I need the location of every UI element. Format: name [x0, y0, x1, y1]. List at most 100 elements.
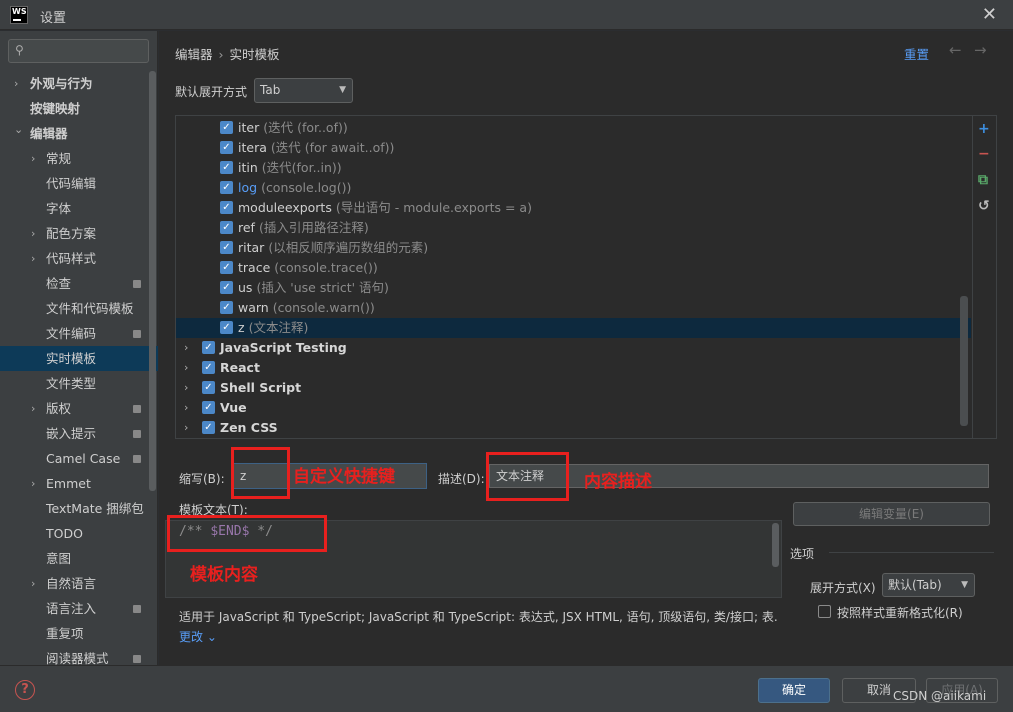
template-checkbox[interactable]: ✓ [220, 221, 233, 234]
template-checkbox[interactable]: ✓ [220, 281, 233, 294]
chevron-right-icon[interactable]: › [31, 221, 35, 246]
sidebar-item[interactable]: TextMate 捆绑包 [0, 496, 158, 521]
sidebar-item[interactable]: Camel Case [0, 446, 158, 471]
chevron-down-icon[interactable]: ⌄ [14, 117, 23, 142]
sidebar-item[interactable]: 检查 [0, 271, 158, 296]
sidebar-item[interactable]: › 外观与行为 [0, 71, 158, 96]
chevron-right-icon[interactable]: › [184, 358, 188, 378]
templates-toolbar: + − ⧉ ↺ [972, 116, 997, 438]
sidebar-item[interactable]: › Emmet [0, 471, 158, 496]
sidebar-item[interactable]: 嵌入提示 [0, 421, 158, 446]
sidebar-item[interactable]: 字体 [0, 196, 158, 221]
template-checkbox[interactable]: ✓ [220, 241, 233, 254]
template-row[interactable]: ✓ moduleexports (导出语句 - module.exports = a… [176, 198, 971, 218]
reformat-checkbox[interactable] [818, 605, 831, 618]
template-checkbox[interactable]: ✓ [220, 321, 233, 334]
sidebar-item[interactable]: 按键映射 [0, 96, 158, 121]
expand-with-value: 默认(Tab) [888, 578, 942, 592]
default-expand-select[interactable]: Tab ▼ [254, 78, 353, 103]
sidebar-item[interactable]: 实时模板 [0, 346, 158, 371]
template-checkbox[interactable]: ✓ [220, 141, 233, 154]
chevron-right-icon[interactable]: › [184, 418, 188, 438]
template-row[interactable]: ✓ iter (迭代 (for..of)) [176, 118, 971, 138]
template-checkbox[interactable]: ✓ [202, 381, 215, 394]
help-icon[interactable]: ? [15, 680, 35, 700]
template-row[interactable]: ✓ itin (迭代(for..in)) [176, 158, 971, 178]
sidebar-item[interactable]: › 代码样式 [0, 246, 158, 271]
project-scope-icon [133, 330, 141, 338]
chevron-right-icon[interactable]: › [31, 246, 35, 271]
template-checkbox[interactable]: ✓ [220, 161, 233, 174]
chevron-right-icon[interactable]: › [14, 71, 18, 96]
chevron-right-icon[interactable]: › [31, 471, 35, 496]
chevron-right-icon[interactable]: › [31, 146, 35, 171]
template-checkbox[interactable]: ✓ [220, 301, 233, 314]
breadcrumb: 编辑器 › 实时模板 [175, 44, 280, 63]
template-checkbox[interactable]: ✓ [202, 401, 215, 414]
sidebar-item[interactable]: › 版权 [0, 396, 158, 421]
remove-icon[interactable]: − [978, 146, 990, 162]
template-group-row[interactable]: › ✓ Shell Script [176, 378, 971, 398]
ok-button[interactable]: 确定 [758, 678, 830, 703]
template-abbreviation: warn [238, 300, 269, 315]
sidebar-item[interactable]: TODO [0, 521, 158, 546]
editor-scrollbar[interactable] [772, 523, 779, 567]
sidebar-item[interactable]: 语言注入 [0, 596, 158, 621]
template-row[interactable]: ✓ log (console.log()) [176, 178, 971, 198]
template-row[interactable]: ✓ us (插入 'use strict' 语句) [176, 278, 971, 298]
edit-variables-button[interactable]: 编辑变量(E) [793, 502, 990, 526]
template-checkbox[interactable]: ✓ [220, 121, 233, 134]
settings-search-input[interactable]: ⚲ [8, 39, 149, 63]
template-row[interactable]: ✓ ref (插入引用路径注释) [176, 218, 971, 238]
close-icon[interactable]: ✕ [982, 4, 997, 25]
template-description: (插入引用路径注释) [258, 220, 369, 235]
template-row[interactable]: ✓ warn (console.warn()) [176, 298, 971, 318]
sidebar-item[interactable]: 文件编码 [0, 321, 158, 346]
back-arrow-icon[interactable]: ← [949, 41, 962, 59]
sidebar-item[interactable]: › 常规 [0, 146, 158, 171]
chevron-right-icon[interactable]: › [31, 396, 35, 421]
sidebar-scrollbar[interactable] [149, 71, 156, 491]
restore-icon[interactable]: ↺ [978, 198, 990, 214]
settings-sidebar: ⚲ › 外观与行为 按键映射 ⌄ 编辑器 › 常规 代码编辑 字体 › 配色方案 › 代码样式 检查文件和… [0, 31, 158, 666]
sidebar-item[interactable]: 代码编辑 [0, 171, 158, 196]
expand-with-select[interactable]: 默认(Tab) ▼ [882, 573, 975, 597]
templates-tree: ✓ iter (迭代 (for..of)) ✓ itera (迭代 (for await.… [176, 116, 971, 438]
sidebar-item[interactable]: 文件和代码模板 [0, 296, 158, 321]
template-row[interactable]: ✓ ritar (以相反顺序遍历数组的元素) [176, 238, 971, 258]
template-group-row[interactable]: › ✓ JavaScript Testing [176, 338, 971, 358]
change-contexts-link[interactable]: 更改 ⌄ [179, 628, 217, 645]
chevron-right-icon[interactable]: › [184, 378, 188, 398]
chevron-right-icon[interactable]: › [31, 571, 35, 596]
template-group-row[interactable]: › ✓ React [176, 358, 971, 378]
template-group-row[interactable]: › ✓ Vue [176, 398, 971, 418]
template-checkbox[interactable]: ✓ [220, 181, 233, 194]
template-row[interactable]: ✓ trace (console.trace()) [176, 258, 971, 278]
reformat-label: 按照样式重新格式化(R) [837, 606, 963, 620]
template-checkbox[interactable]: ✓ [202, 361, 215, 374]
chevron-down-icon: ▼ [339, 85, 346, 95]
sidebar-item[interactable]: 重复项 [0, 621, 158, 646]
sidebar-item[interactable]: 文件类型 [0, 371, 158, 396]
template-checkbox[interactable]: ✓ [220, 261, 233, 274]
applicable-contexts-text: 适用于 JavaScript 和 TypeScript; JavaScript … [179, 610, 777, 624]
sidebar-item-label: 文件和代码模板 [46, 301, 134, 316]
template-row[interactable]: ✓ itera (迭代 (for await..of)) [176, 138, 971, 158]
add-icon[interactable]: + [978, 121, 990, 137]
reset-link[interactable]: 重置 [904, 44, 929, 63]
template-checkbox[interactable]: ✓ [202, 421, 215, 434]
sidebar-item[interactable]: 意图 [0, 546, 158, 571]
copy-icon[interactable]: ⧉ [978, 172, 988, 188]
template-row[interactable]: ✓ z (文本注释) [176, 318, 971, 338]
chevron-right-icon[interactable]: › [184, 338, 188, 358]
forward-arrow-icon[interactable]: → [974, 41, 987, 59]
sidebar-item[interactable]: › 配色方案 [0, 221, 158, 246]
tree-scrollbar[interactable] [960, 296, 968, 426]
template-checkbox[interactable]: ✓ [202, 341, 215, 354]
sidebar-item[interactable]: ⌄ 编辑器 [0, 121, 158, 146]
template-checkbox[interactable]: ✓ [220, 201, 233, 214]
template-group-row[interactable]: › ✓ Zen CSS [176, 418, 971, 438]
breadcrumb-editor[interactable]: 编辑器 [175, 47, 213, 62]
chevron-right-icon[interactable]: › [184, 398, 188, 418]
sidebar-item[interactable]: › 自然语言 [0, 571, 158, 596]
